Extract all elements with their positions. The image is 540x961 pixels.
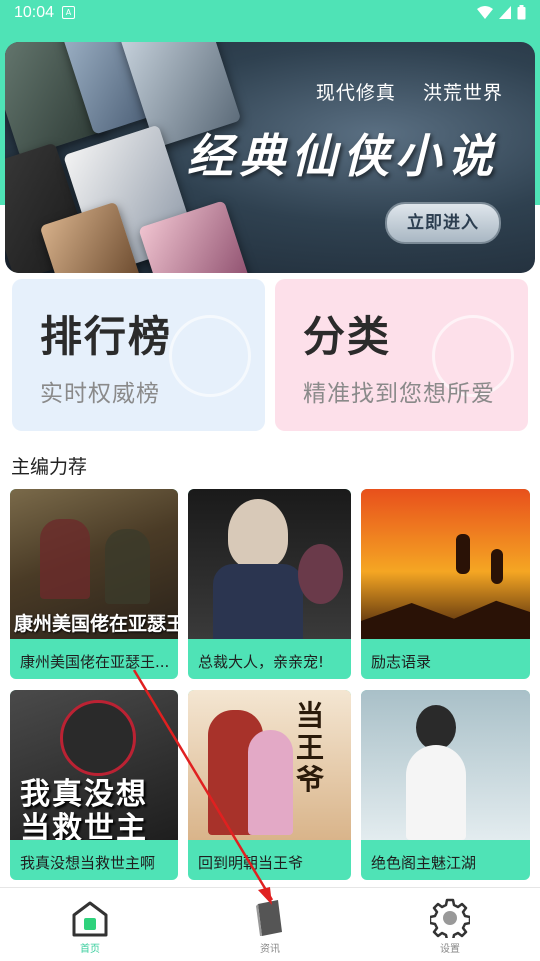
home-icon (72, 901, 108, 937)
book-card[interactable]: 康州美国佬在亚瑟王朝 康州美国佬在亚瑟王... (10, 489, 178, 679)
gear-icon (430, 898, 470, 938)
book-title: 我真没想当救世主啊 (20, 854, 156, 872)
ranking-card-subtitle: 实时权威榜 (40, 381, 160, 407)
book-cover: 我真没想当救世主啊 (10, 690, 178, 840)
book-title: 回到明朝当王爷 (198, 854, 304, 872)
book-cover-title: 康州美国佬在亚瑟王朝 (14, 613, 178, 635)
banner[interactable]: 现代修真 洪荒世界 经典仙侠小说 立即进入 (5, 42, 535, 273)
book-cover (361, 489, 530, 639)
book-card[interactable]: 励志语录 (361, 489, 530, 679)
banner-enter-button[interactable]: 立即进入 (385, 202, 501, 244)
nav-home[interactable]: 首页 (0, 888, 180, 961)
book-title: 总裁大人，亲亲宠! (198, 653, 325, 671)
book-cover-title: 当王爷 (296, 699, 325, 796)
notification-icon: A (62, 6, 75, 19)
ranking-card-title: 排行榜 (40, 312, 173, 361)
status-icons (477, 5, 526, 20)
bottom-nav: 首页 资讯 设置 (0, 887, 540, 961)
cat-decoration-icon (169, 315, 251, 397)
nav-settings[interactable]: 设置 (360, 888, 540, 961)
book-title: 励志语录 (371, 653, 432, 671)
banner-tag-primordial: 洪荒世界 (422, 82, 503, 104)
banner-title: 经典仙侠小说 (187, 129, 499, 183)
banner-tags: 现代修真 洪荒世界 (296, 78, 503, 105)
status-bar: 10:04 A (0, 0, 540, 26)
book-card[interactable]: 总裁大人，亲亲宠! (188, 489, 351, 679)
book-title: 康州美国佬在亚瑟王... (20, 653, 170, 671)
book-card[interactable]: 当王爷 回到明朝当王爷 (188, 690, 351, 880)
category-card-subtitle: 精准找到您想所爱 (303, 381, 495, 407)
book-cover: 当王爷 (188, 690, 351, 840)
book-cover (188, 489, 351, 639)
book-card[interactable]: 我真没想当救世主啊 我真没想当救世主啊 (10, 690, 178, 880)
book-cover-title: 我真没想当救世主啊 (20, 777, 148, 841)
book-icon (256, 900, 282, 936)
category-card-title: 分类 (303, 312, 392, 361)
nav-news[interactable]: 资讯 (180, 888, 360, 961)
nav-news-label: 资讯 (260, 944, 280, 955)
nav-home-label: 首页 (80, 944, 100, 955)
status-time: 10:04 (14, 4, 55, 21)
nav-settings-label: 设置 (440, 944, 460, 955)
wifi-icon (477, 6, 493, 19)
section-title: 主编力荐 (11, 456, 88, 478)
signal-icon (499, 6, 511, 19)
category-card[interactable]: 分类 精准找到您想所爱 (275, 279, 528, 431)
ranking-card[interactable]: 排行榜 实时权威榜 (12, 279, 265, 431)
book-cover (361, 690, 530, 840)
book-title: 绝色阁主魅江湖 (371, 854, 477, 872)
banner-tag-modern: 现代修真 (315, 82, 396, 104)
battery-icon (517, 5, 526, 20)
book-card[interactable]: 绝色阁主魅江湖 (361, 690, 530, 880)
book-cover: 康州美国佬在亚瑟王朝 (10, 489, 178, 639)
